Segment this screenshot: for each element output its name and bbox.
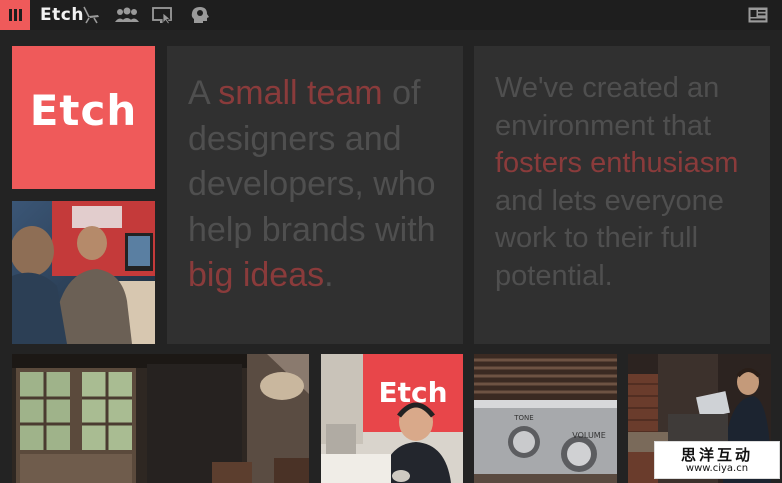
team-intro-lead: A: [188, 74, 219, 112]
top-navigation-bar: Etch: [0, 0, 782, 30]
watermark-url: www.ciya.cn: [685, 463, 749, 474]
screen-cursor-icon[interactable]: [152, 5, 174, 25]
svg-text:TONE: TONE: [513, 414, 533, 422]
site-logo[interactable]: Etch: [40, 5, 84, 25]
watermark-chinese-text: 思洋互动: [680, 446, 753, 464]
culture-end: and lets everyone work to their full pot…: [495, 184, 724, 292]
hamburger-icon: [9, 9, 12, 21]
office-workers-photo[interactable]: [12, 201, 155, 344]
hamburger-bar: [19, 9, 22, 21]
team-intro-text: A small team of designers and developers…: [188, 71, 453, 299]
hamburger-bar: [14, 9, 17, 21]
team-intro-end: .: [324, 256, 334, 294]
vintage-radio-photo[interactable]: TONE VOLUME: [474, 354, 617, 483]
svg-text:VOLUME: VOLUME: [572, 431, 606, 440]
etch-logo-tile[interactable]: Etch: [12, 46, 155, 189]
team-intro-panel: A small team of designers and developers…: [167, 46, 463, 344]
culture-lead: We've created an environment that: [495, 72, 720, 142]
small-team-highlight: small team: [218, 74, 383, 112]
id-card-icon[interactable]: [748, 7, 768, 23]
culture-panel: We've created an environment that foster…: [474, 46, 770, 344]
studio-doors-photo[interactable]: [12, 354, 309, 483]
team-icon[interactable]: [114, 5, 140, 25]
ciya-watermark: 思洋互动 www.ciya.cn: [654, 441, 780, 479]
big-ideas-highlight: big ideas: [188, 256, 325, 294]
head-idea-icon[interactable]: [189, 5, 211, 25]
chair-icon[interactable]: [80, 5, 102, 25]
hamburger-menu-button[interactable]: [0, 0, 30, 30]
etch-logo-text: Etch: [29, 86, 138, 135]
culture-text: We've created an environment that foster…: [495, 70, 760, 295]
headphones-worker-photo[interactable]: Etch: [321, 354, 463, 483]
fosters-enthusiasm-highlight: fosters enthusiasm: [495, 147, 739, 179]
